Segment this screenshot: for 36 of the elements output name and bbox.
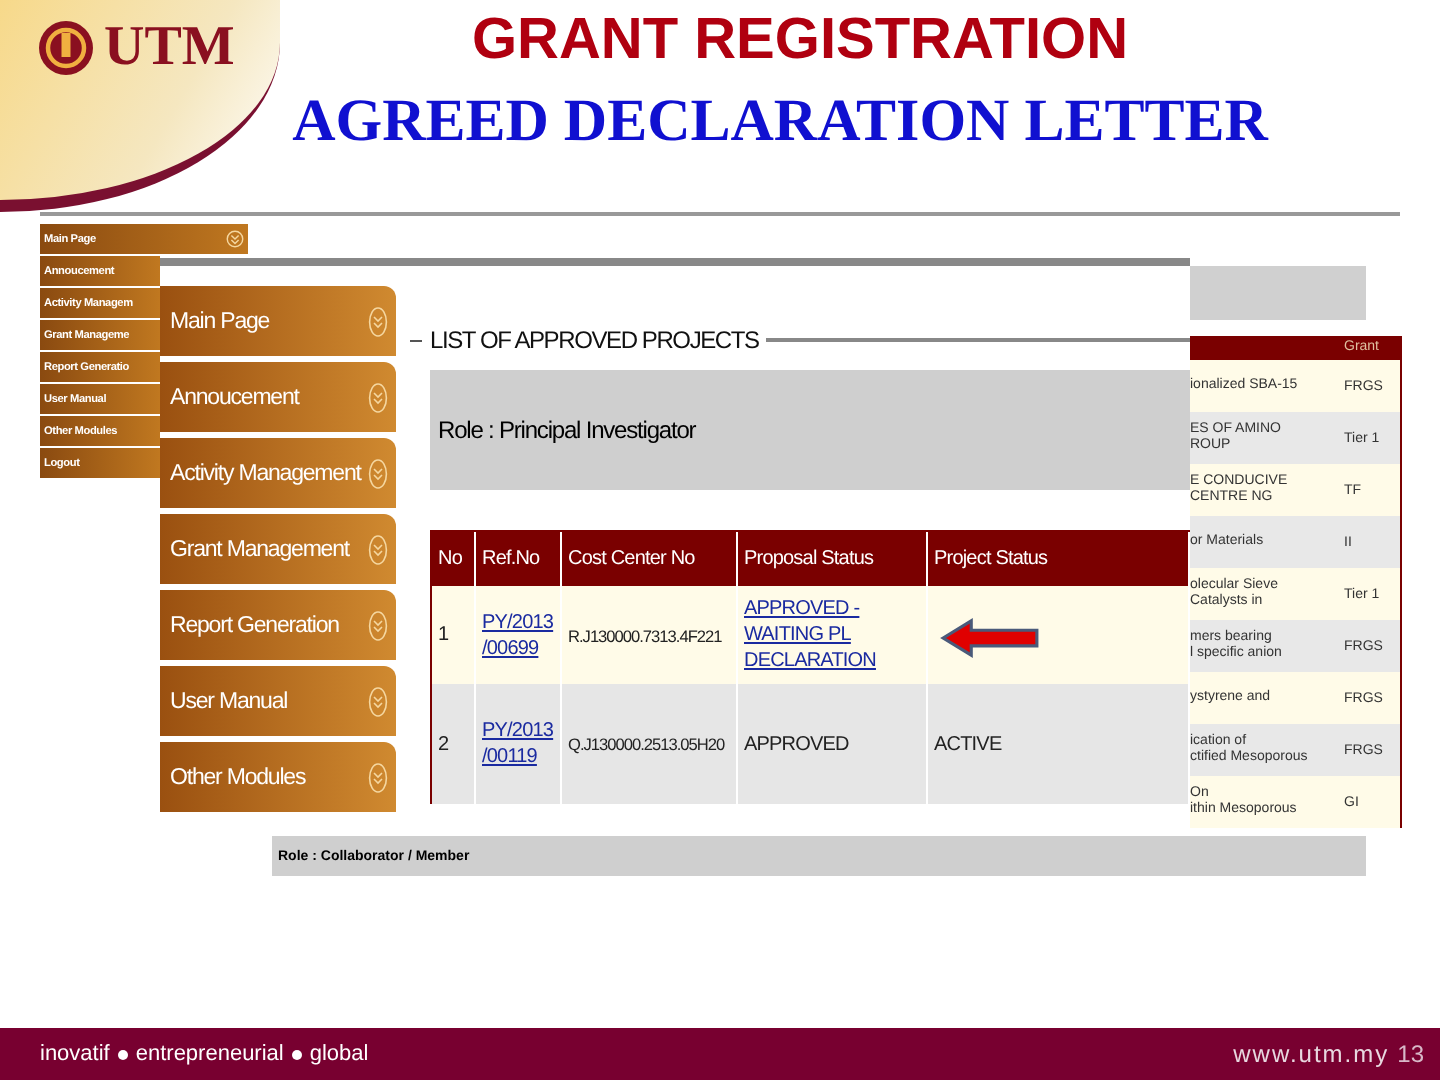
table-cell: APPROVED xyxy=(744,733,849,755)
chevron-icon xyxy=(368,759,388,795)
crest-icon xyxy=(36,18,96,78)
table-cell: ACTIVE xyxy=(934,733,1002,755)
website-url: www.utm.my xyxy=(1233,1040,1390,1068)
chevron-icon xyxy=(368,683,388,719)
chevron-icon xyxy=(226,230,244,248)
table-cell: 2 xyxy=(432,684,476,804)
tagline-word: entrepreneurial xyxy=(135,1042,284,1066)
menu-item[interactable]: Other Modules xyxy=(160,742,396,812)
chevron-icon xyxy=(368,455,388,491)
bullet-icon xyxy=(291,1049,302,1059)
tagline-word: global xyxy=(309,1042,369,1066)
menu-item[interactable]: Annoucement xyxy=(160,362,396,432)
tagline-word: inovatif xyxy=(40,1042,110,1066)
chevron-icon xyxy=(368,379,388,415)
menu-item[interactable]: Grant Management xyxy=(160,514,396,584)
chevron-icon xyxy=(368,607,388,643)
menu-item[interactable]: Activity Management xyxy=(160,438,396,508)
arrow-icon xyxy=(940,616,1040,660)
table-cell: Q.J130000.2513.05H20 xyxy=(562,684,738,804)
bullet-icon xyxy=(117,1049,128,1059)
slide-subtitle: AGREED DECLARATION LETTER xyxy=(290,88,1271,156)
role-bar: Role : Principal Investigator xyxy=(430,370,1190,490)
logo-text: UTM xyxy=(104,16,235,80)
status-link[interactable]: APPROVED - WAITING PL DECLARATION xyxy=(744,596,926,674)
slide-title: GRANT REGISTRATION xyxy=(469,8,1131,74)
menu-item[interactable]: Report Generation xyxy=(160,590,396,660)
chevron-icon xyxy=(368,303,388,339)
menu-item[interactable]: Main Page xyxy=(160,286,396,356)
chevron-icon xyxy=(368,531,388,567)
reference-link[interactable]: PY/2013 /00119 xyxy=(482,718,554,770)
page-number: 13 xyxy=(1397,1040,1424,1068)
section-title: LIST OF APPROVED PROJECTS xyxy=(430,326,759,354)
menu-item[interactable]: User Manual xyxy=(160,666,396,736)
reference-link[interactable]: PY/2013 /00699 xyxy=(482,609,554,661)
